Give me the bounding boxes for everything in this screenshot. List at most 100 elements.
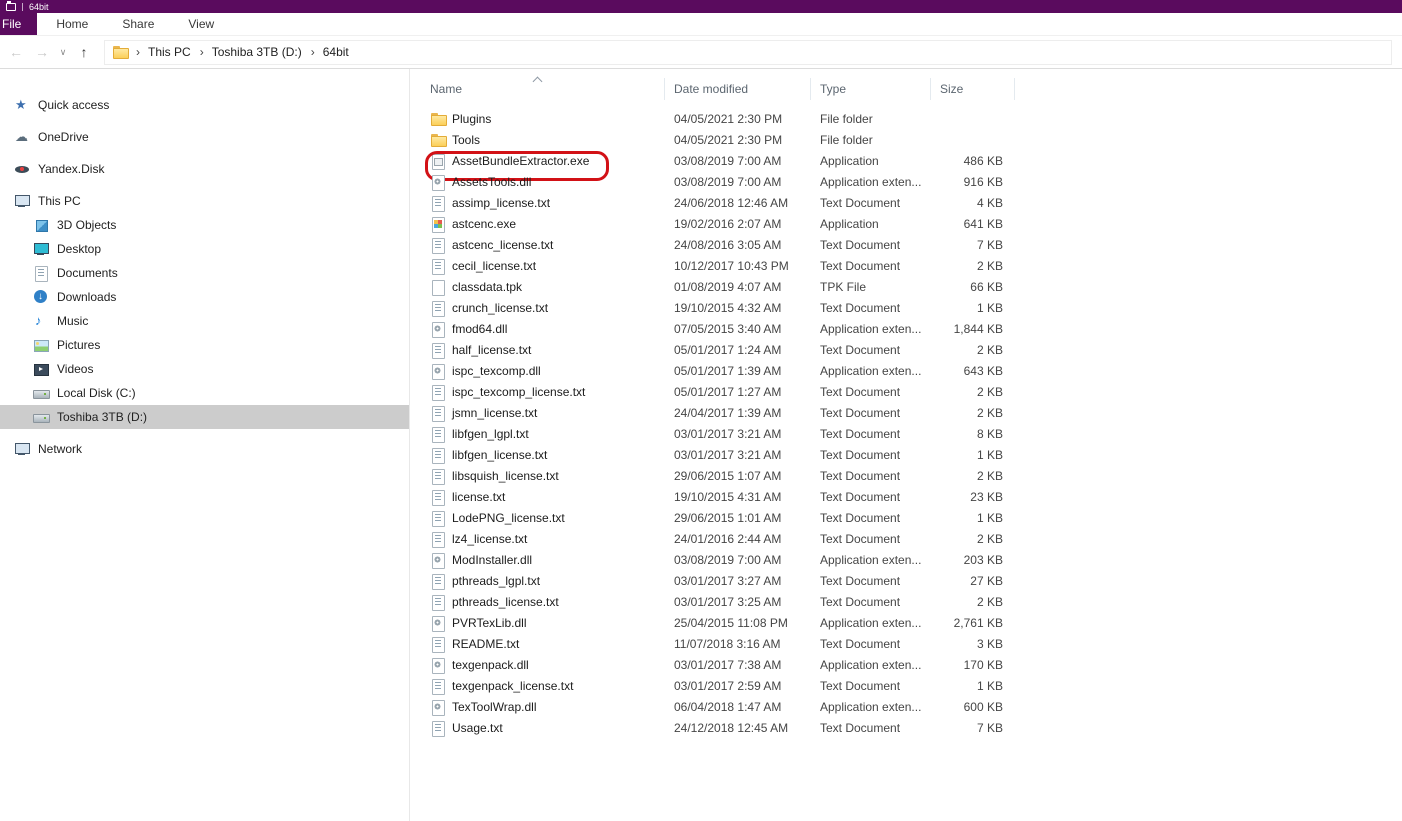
file-row[interactable]: assimp_license.txt 24/06/2018 12:46 AM T… xyxy=(410,192,1402,213)
breadcrumb-item[interactable]: This PC xyxy=(128,43,192,61)
file-row[interactable]: license.txt 19/10/2015 4:31 AM Text Docu… xyxy=(410,486,1402,507)
file-row[interactable]: astcenc.exe 19/02/2016 2:07 AM Applicati… xyxy=(410,213,1402,234)
sidebar-item[interactable]: Videos xyxy=(0,357,409,381)
file-type-icon xyxy=(430,720,446,737)
file-row[interactable]: pthreads_license.txt 03/01/2017 3:25 AM … xyxy=(410,591,1402,612)
file-row[interactable]: Usage.txt 24/12/2018 12:45 AM Text Docum… xyxy=(410,717,1402,738)
file-row[interactable]: LodePNG_license.txt 29/06/2015 1:01 AM T… xyxy=(410,507,1402,528)
file-name: license.txt xyxy=(452,489,506,504)
file-date-modified: 03/08/2019 7:00 AM xyxy=(674,174,782,189)
file-row[interactable]: Tools 04/05/2021 2:30 PM File folder xyxy=(410,129,1402,150)
file-type: Text Document xyxy=(820,237,901,252)
file-row[interactable]: astcenc_license.txt 24/08/2016 3:05 AM T… xyxy=(410,234,1402,255)
column-header-size-label: Size xyxy=(940,82,964,96)
file-row[interactable]: PVRTexLib.dll 25/04/2015 11:08 PM Applic… xyxy=(410,612,1402,633)
file-size: 1 KB xyxy=(976,510,1003,525)
file-row[interactable]: crunch_license.txt 19/10/2015 4:32 AM Te… xyxy=(410,297,1402,318)
sidebar-item-icon xyxy=(33,289,49,305)
file-row[interactable]: Plugins 04/05/2021 2:30 PM File folder xyxy=(410,108,1402,129)
file-row[interactable]: pthreads_lgpl.txt 03/01/2017 3:27 AM Tex… xyxy=(410,570,1402,591)
forward-button[interactable]: → xyxy=(30,40,54,64)
file-row[interactable]: classdata.tpk 01/08/2019 4:07 AM TPK Fil… xyxy=(410,276,1402,297)
file-name-cell: jsmn_license.txt xyxy=(410,405,665,422)
file-date-modified: 19/10/2015 4:31 AM xyxy=(674,489,782,504)
file-size: 641 KB xyxy=(963,216,1003,231)
sidebar-item[interactable]: Desktop xyxy=(0,237,409,261)
file-type: Text Document xyxy=(820,489,901,504)
file-name-cell: assimp_license.txt xyxy=(410,195,665,212)
file-size: 1,844 KB xyxy=(953,321,1003,336)
ribbon-tab[interactable]: View xyxy=(173,13,229,35)
file-type: Text Document xyxy=(820,594,901,609)
file-type-icon xyxy=(430,447,446,464)
file-type: Application xyxy=(820,216,879,231)
file-name-cell: AssetBundleExtractor.exe xyxy=(410,150,665,181)
sidebar-item-label: Yandex.Disk xyxy=(38,162,105,176)
sidebar-item[interactable]: OneDrive xyxy=(0,125,409,149)
file-name: crunch_license.txt xyxy=(452,300,549,315)
file-date-modified: 03/01/2017 3:27 AM xyxy=(674,573,782,588)
recent-locations-dropdown[interactable]: ∨ xyxy=(56,40,70,64)
sidebar-item[interactable]: Music xyxy=(0,309,409,333)
sidebar-item[interactable]: This PC xyxy=(0,189,409,213)
sidebar-item-label: 3D Objects xyxy=(57,218,117,232)
file-date-modified: 24/08/2016 3:05 AM xyxy=(674,237,782,252)
up-button[interactable]: ↑ xyxy=(72,40,96,64)
file-name-cell: license.txt xyxy=(410,489,665,506)
file-row[interactable]: fmod64.dll 07/05/2015 3:40 AM Applicatio… xyxy=(410,318,1402,339)
file-type: Text Document xyxy=(820,573,901,588)
file-row[interactable]: ispc_texcomp.dll 05/01/2017 1:39 AM Appl… xyxy=(410,360,1402,381)
file-row[interactable]: AssetBundleExtractor.exe 03/08/2019 7:00… xyxy=(410,150,1402,181)
sidebar-item[interactable]: 3D Objects xyxy=(0,213,409,237)
ribbon-tab[interactable]: Share xyxy=(107,13,169,35)
file-size: 916 KB xyxy=(963,174,1003,189)
file-type-icon xyxy=(430,531,446,548)
file-row[interactable]: libfgen_license.txt 03/01/2017 3:21 AM T… xyxy=(410,444,1402,465)
title-bar[interactable]: 64bit xyxy=(0,0,1402,13)
ribbon-tab[interactable]: Home xyxy=(41,13,103,35)
file-row[interactable]: lz4_license.txt 24/01/2016 2:44 AM Text … xyxy=(410,528,1402,549)
file-type: Application exten... xyxy=(820,699,922,714)
file-row[interactable]: ispc_texcomp_license.txt 05/01/2017 1:27… xyxy=(410,381,1402,402)
file-row[interactable]: TexToolWrap.dll 06/04/2018 1:47 AM Appli… xyxy=(410,696,1402,717)
file-row[interactable]: texgenpack_license.txt 03/01/2017 2:59 A… xyxy=(410,675,1402,696)
file-name: lz4_license.txt xyxy=(452,531,528,546)
breadcrumb-item[interactable]: 64bit xyxy=(303,43,350,61)
sidebar-item[interactable]: Pictures xyxy=(0,333,409,357)
file-row[interactable]: jsmn_license.txt 24/04/2017 1:39 AM Text… xyxy=(410,402,1402,423)
breadcrumb: This PC Toshiba 3TB (D:) 64bit xyxy=(128,43,350,61)
back-button[interactable]: ← xyxy=(4,40,28,64)
file-size: 2,761 KB xyxy=(953,615,1003,630)
breadcrumb-item[interactable]: Toshiba 3TB (D:) xyxy=(192,43,303,61)
file-row[interactable]: ModInstaller.dll 03/08/2019 7:00 AM Appl… xyxy=(410,549,1402,570)
sidebar-item[interactable]: Documents xyxy=(0,261,409,285)
sidebar-item-icon xyxy=(14,97,30,113)
file-type-icon xyxy=(430,573,446,590)
column-header-name[interactable]: Name xyxy=(410,78,665,100)
file-menu-tab[interactable]: File xyxy=(0,13,38,35)
sidebar-item[interactable]: Toshiba 3TB (D:) xyxy=(0,405,409,429)
file-row[interactable]: README.txt 11/07/2018 3:16 AM Text Docum… xyxy=(410,633,1402,654)
sidebar-item[interactable]: Quick access xyxy=(0,93,409,117)
file-row[interactable]: texgenpack.dll 03/01/2017 7:38 AM Applic… xyxy=(410,654,1402,675)
address-bar[interactable]: This PC Toshiba 3TB (D:) 64bit xyxy=(104,39,1392,65)
file-row[interactable]: cecil_license.txt 10/12/2017 10:43 PM Te… xyxy=(410,255,1402,276)
sidebar-item[interactable]: Yandex.Disk xyxy=(0,157,409,181)
sidebar-item-icon xyxy=(33,337,49,353)
file-row[interactable]: libfgen_lgpl.txt 03/01/2017 3:21 AM Text… xyxy=(410,423,1402,444)
sidebar-item[interactable]: Network xyxy=(0,437,409,461)
file-name: LodePNG_license.txt xyxy=(452,510,565,525)
sidebar-item[interactable]: Local Disk (C:) xyxy=(0,381,409,405)
file-type-icon xyxy=(430,237,446,254)
column-header-type[interactable]: Type xyxy=(811,78,931,100)
file-row[interactable]: half_license.txt 05/01/2017 1:24 AM Text… xyxy=(410,339,1402,360)
column-header-date-modified[interactable]: Date modified xyxy=(665,78,811,100)
file-name: astcenc_license.txt xyxy=(452,237,554,252)
file-date-modified: 05/01/2017 1:27 AM xyxy=(674,384,782,399)
file-type: Text Document xyxy=(820,531,901,546)
file-type: Text Document xyxy=(820,447,901,462)
file-row[interactable]: AssetsTools.dll 03/08/2019 7:00 AM Appli… xyxy=(410,171,1402,192)
file-row[interactable]: libsquish_license.txt 29/06/2015 1:07 AM… xyxy=(410,465,1402,486)
sidebar-item[interactable]: Downloads xyxy=(0,285,409,309)
column-header-size[interactable]: Size xyxy=(931,78,1015,100)
